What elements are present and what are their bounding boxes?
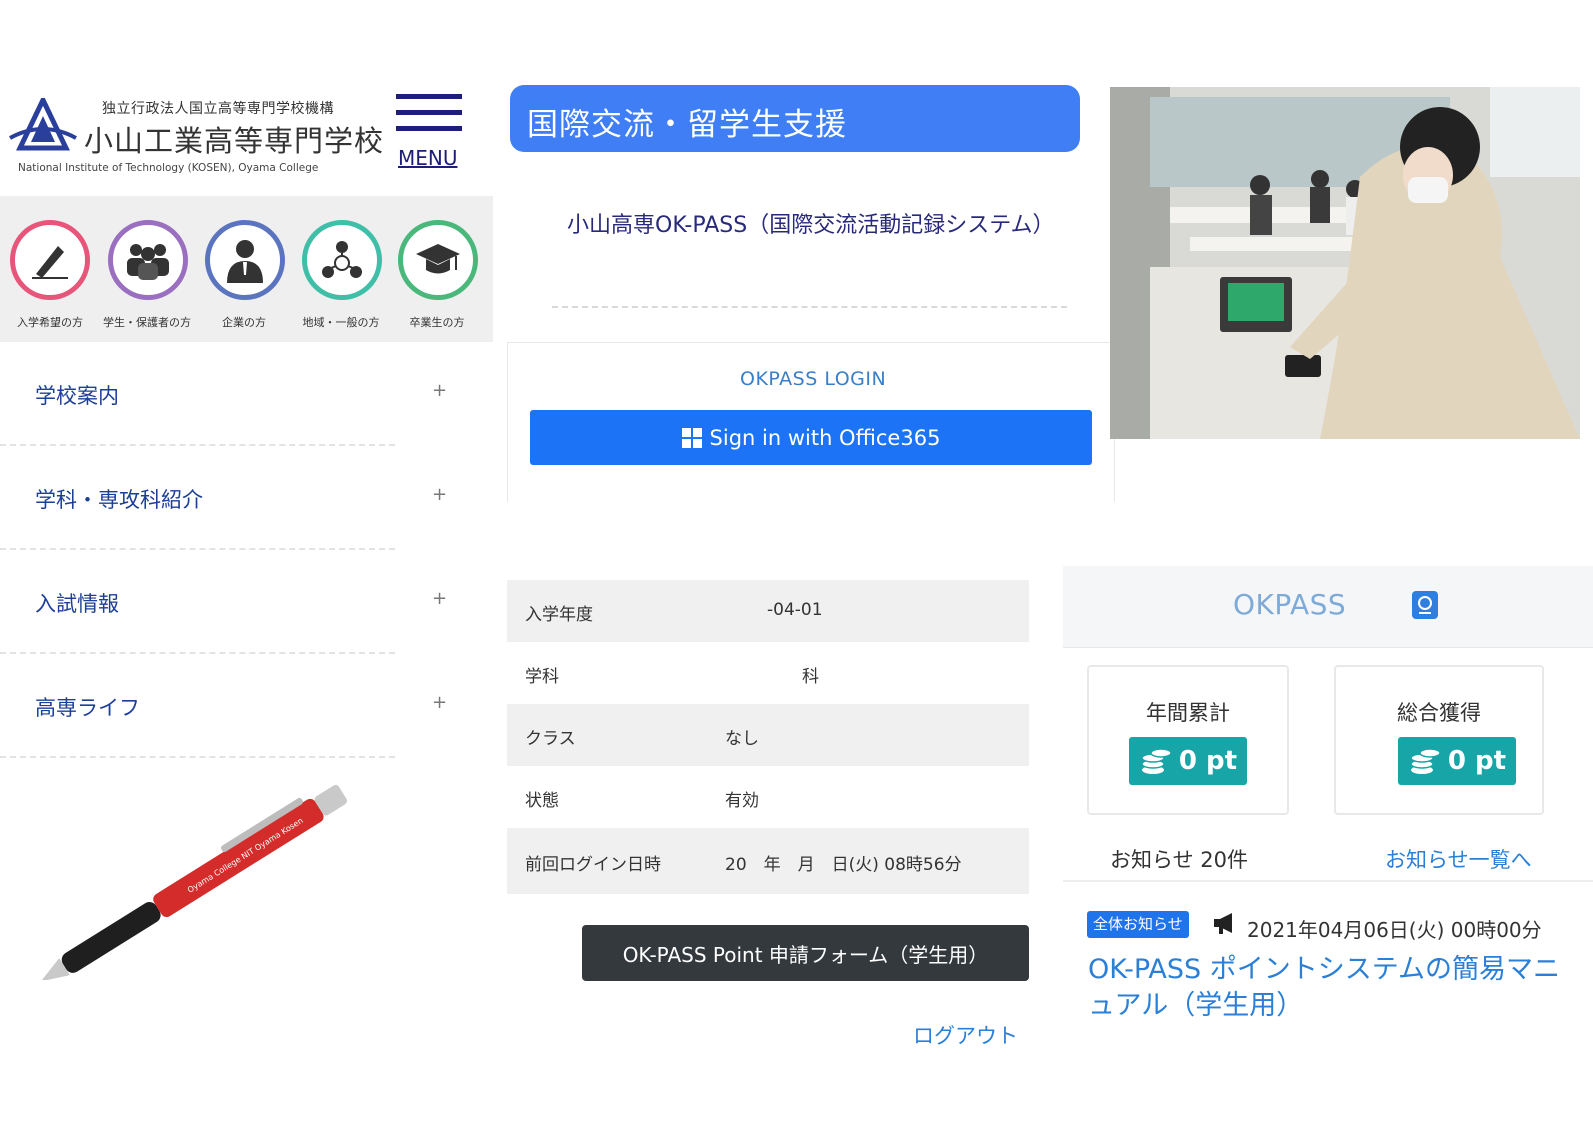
expand-icon: + [432, 380, 448, 401]
profile-row-class: クラス なし [507, 704, 1029, 766]
annual-points-card: 年間累計 0 pt [1087, 665, 1289, 815]
total-points-badge: 0 pt [1398, 737, 1516, 785]
classroom-photo [1110, 87, 1580, 439]
nav-item-admissions[interactable]: 入試情報 + [0, 550, 447, 654]
notice-date: 2021年04月06日(火) 00時00分 [1247, 918, 1542, 942]
audience-links: 入学希望の方 学生・保護者の方 企業の方 地域・一般の方 卒業生の方 [0, 196, 493, 342]
profile-key: 状態 [525, 791, 559, 811]
okpass-header: OKPASS [1063, 566, 1593, 648]
profile-value: なし [725, 729, 759, 749]
audience-label: 企業の方 [222, 316, 266, 329]
nav-item-campus-life[interactable]: 高専ライフ + [0, 654, 447, 758]
group-icon [127, 244, 169, 280]
divider [1063, 880, 1593, 882]
network-icon [322, 241, 362, 278]
audience-link-prospective[interactable] [10, 220, 90, 300]
annual-points-value: 0 pt [1178, 746, 1238, 776]
school-name: 小山工業高等専門学校 [84, 124, 385, 158]
menu-label: MENU [398, 146, 458, 170]
office365-signin-button[interactable]: Sign in with Office365 [530, 410, 1092, 465]
notice-title-link[interactable]: OK-PASS ポイントシステムの簡易マニュアル（学生用） [1088, 952, 1578, 1024]
annual-points-label: 年間累計 [1146, 701, 1230, 725]
expand-icon: + [432, 692, 448, 713]
total-points-label: 総合獲得 [1397, 701, 1481, 725]
okpass-brand: OKPASS [1233, 588, 1347, 621]
expand-icon: + [432, 484, 448, 505]
profile-key: クラス [525, 729, 576, 749]
pen-icon [32, 246, 68, 279]
audience-link-companies[interactable] [205, 220, 285, 300]
businessperson-icon [227, 240, 263, 283]
windows-logo-icon [681, 427, 702, 448]
graduation-cap-icon [416, 244, 460, 274]
megaphone-icon [1214, 913, 1232, 934]
ballpoint-pen-image: Oyama College NIT Oyama Kosen [40, 784, 348, 980]
hamburger-bar [396, 126, 462, 131]
notice-category-badge: 全体お知らせ [1087, 911, 1189, 938]
nav-item-label: 高専ライフ [35, 696, 140, 720]
classroom-photo-image [1110, 87, 1580, 439]
nav-item-label: 学科・専攻科紹介 [35, 488, 203, 512]
profile-value: 有効 [725, 791, 759, 811]
school-name-en: National Institute of Technology (KOSEN)… [18, 162, 319, 174]
audience-link-students[interactable] [108, 220, 188, 300]
expand-icon: + [432, 588, 448, 609]
profile-value: 科 [802, 667, 819, 687]
pen-engraving: Oyama College NIT Oyama Kosen [186, 816, 305, 895]
audience-link-alumni[interactable] [398, 220, 478, 300]
profile-row-last-login: 前回ログイン日時 20 年 月 日(火) 08時56分 [507, 828, 1029, 894]
profile-key: 入学年度 [525, 605, 593, 625]
nav-item-departments[interactable]: 学科・専攻科紹介 + [0, 446, 447, 550]
audience-label: 地域・一般の方 [302, 316, 380, 329]
coins-icon [1141, 748, 1172, 774]
total-points-value: 0 pt [1447, 746, 1507, 776]
total-points-card: 総合獲得 0 pt [1334, 665, 1544, 815]
audience-label: 学生・保護者の方 [103, 316, 191, 329]
point-application-form-button[interactable]: OK-PASS Point 申請フォーム（学生用） [582, 925, 1029, 981]
hamburger-icon [396, 94, 462, 99]
notice-list-link[interactable]: お知らせ一覧へ [1385, 844, 1532, 874]
school-logo-icon [9, 98, 77, 151]
audience-link-community[interactable] [302, 220, 382, 300]
okpass-system-title[interactable]: 小山高専OK-PASS（国際交流活動記録システム） [567, 206, 1055, 246]
hamburger-bar [396, 110, 462, 115]
signin-label: Sign in with Office365 [709, 425, 941, 450]
profile-key: 前回ログイン日時 [525, 855, 661, 875]
school-site-panel: 独立行政法人国立高等専門学校機構 小山工業高等専門学校 National Ins… [0, 80, 495, 1020]
profile-key: 学科 [525, 667, 559, 687]
annual-points-badge: 0 pt [1129, 737, 1247, 785]
audience-label: 卒業生の方 [409, 316, 465, 329]
profile-row-department: 学科 科 [507, 642, 1029, 704]
logout-link[interactable]: ログアウト [913, 1020, 1018, 1050]
coins-icon [1410, 748, 1441, 774]
audience-label: 入学希望の方 [17, 316, 83, 329]
nav-item-label: 入試情報 [35, 592, 119, 616]
profile-row-status: 状態 有効 [507, 766, 1029, 828]
profile-value: 20 年 月 日(火) 08時56分 [725, 855, 962, 875]
intl-exchange-banner[interactable]: 国際交流・留学生支援 [510, 85, 1080, 152]
divider [552, 306, 1067, 308]
passport-icon [1412, 591, 1438, 619]
org-name: 独立行政法人国立高等専門学校機構 [102, 101, 334, 117]
profile-value: -04-01 [767, 600, 823, 620]
profile-row-enrollment-year: 入学年度 -04-01 [507, 580, 1029, 642]
nav-item-label: 学校案内 [35, 384, 119, 408]
notice-count: お知らせ 20件 [1110, 848, 1248, 872]
menu-button[interactable]: MENU [396, 94, 466, 174]
nav-item-about[interactable]: 学校案内 + [0, 342, 447, 446]
login-heading: OKPASS LOGIN [740, 368, 887, 390]
